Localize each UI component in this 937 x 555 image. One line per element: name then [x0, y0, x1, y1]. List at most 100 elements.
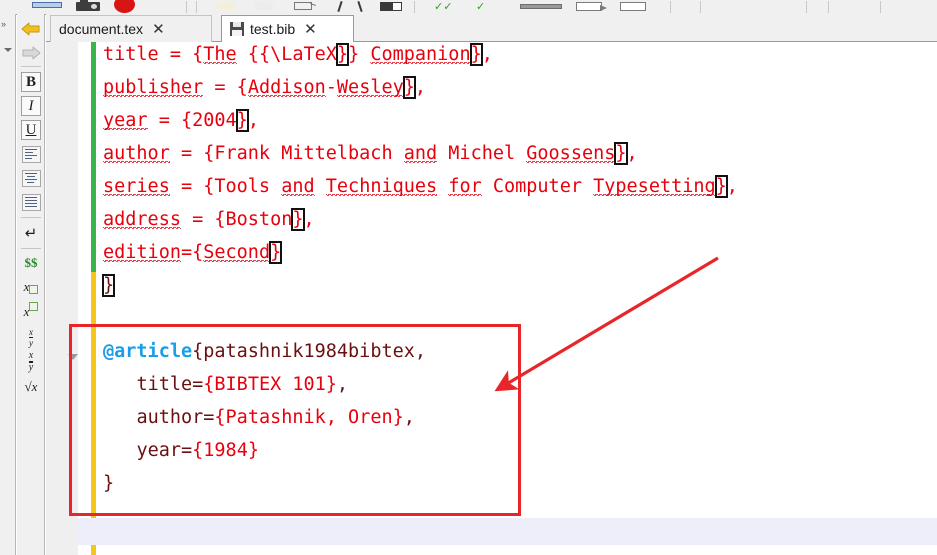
- rectangle-shape-icon[interactable]: [30, 0, 64, 13]
- display-fraction-button[interactable]: xy: [20, 351, 42, 373]
- line-title-seg-6: }: [469, 43, 483, 66]
- line-article-year-seg-0: year=: [136, 440, 193, 461]
- subscript-icon: x: [24, 279, 39, 295]
- line-address[interactable]: address = {Boston},: [103, 203, 315, 236]
- tag-icon[interactable]: [292, 0, 318, 13]
- close-icon[interactable]: ✕: [152, 21, 165, 37]
- code-editor[interactable]: title = {The {{\LaTeX}} Companion}, publi…: [46, 42, 937, 555]
- italic-button[interactable]: I: [20, 95, 42, 117]
- editor-gutter[interactable]: [46, 42, 79, 555]
- back-arrow-icon[interactable]: [20, 18, 42, 40]
- square-root-icon: √x: [24, 379, 38, 394]
- line-author-seg-4: Goossens: [526, 143, 616, 165]
- save-disk-icon: [230, 22, 244, 36]
- line-series-seg-4: Techniques: [325, 176, 438, 198]
- expand-panel-icon[interactable]: »: [1, 20, 6, 29]
- subscript-button[interactable]: x: [20, 276, 42, 298]
- tab-bar: document.tex ✕ test.bib ✕: [46, 14, 937, 43]
- line-year-seg-0: year: [103, 110, 148, 132]
- status-bar-saved: [91, 42, 96, 272]
- bibtex-editor-window: ✓✓ ✓ » B I U ↵ $$ x x x y x y √x documen…: [0, 0, 937, 555]
- math-mode-button[interactable]: $$: [20, 252, 42, 274]
- fill-icon[interactable]: [378, 0, 408, 13]
- code-fold-toggle[interactable]: [68, 354, 78, 360]
- line-article-author-seg-1: {Patashnik, Oren}: [214, 407, 404, 428]
- underline-button[interactable]: U: [20, 119, 42, 141]
- line-address-seg-1: = {Boston: [180, 209, 293, 230]
- window2-icon[interactable]: [618, 0, 654, 13]
- line-title-seg-2: {{\LaTeX: [236, 44, 337, 65]
- line-publisher-seg-0: publisher: [103, 77, 204, 99]
- line-series[interactable]: series = {Tools and Techniques for Compu…: [103, 170, 738, 203]
- line-publisher[interactable]: publisher = {Addison-Wesley},: [103, 71, 426, 104]
- spell-check-icon[interactable]: ✓✓: [430, 0, 464, 13]
- underline-glyph: U: [21, 120, 41, 140]
- line-address-seg-2: }: [291, 208, 305, 231]
- bold-glyph: B: [21, 72, 41, 92]
- bold-button[interactable]: B: [20, 71, 42, 93]
- line-edition-seg-1: ={: [180, 242, 204, 263]
- line-series-seg-2: and: [281, 176, 315, 198]
- line-publisher-seg-5: }: [402, 76, 416, 99]
- line-article-start[interactable]: @article{patashnik1984bibtex,: [103, 335, 426, 368]
- sqrt-button[interactable]: √x: [20, 376, 42, 398]
- line-author-seg-3: Michel: [437, 143, 527, 164]
- superscript-button[interactable]: x: [20, 301, 42, 323]
- window-icon[interactable]: [574, 0, 610, 13]
- change-status-bar: [91, 42, 96, 555]
- line-author-seg-6: ,: [626, 143, 638, 164]
- align-justify-button[interactable]: [20, 191, 42, 213]
- tab-document-tex[interactable]: document.tex ✕: [50, 15, 212, 42]
- line-author-seg-1: = {Frank Mittelbach: [169, 143, 404, 164]
- toolbar-divider: [21, 66, 41, 67]
- line-title[interactable]: title = {The {{\LaTeX}} Companion},: [103, 42, 493, 71]
- line-edition-seg-0: edition: [103, 242, 181, 264]
- sidebar-collapse-rail[interactable]: »: [0, 14, 16, 555]
- line-author[interactable]: author = {Frank Mittelbach and Michel Go…: [103, 137, 638, 170]
- line-series-seg-3: [315, 176, 326, 197]
- line-article-close[interactable]: }: [103, 467, 114, 500]
- inline-fraction-button[interactable]: xy: [20, 326, 42, 348]
- blur-circle2-icon[interactable]: [250, 0, 280, 13]
- line-title-seg-4: }: [348, 44, 371, 65]
- camera-icon[interactable]: [74, 0, 102, 13]
- line-article-start-seg-1: {patashnik1984bibtex,: [192, 341, 427, 362]
- line-series-seg-6: for: [448, 176, 482, 198]
- line-series-seg-8: Typesetting: [593, 176, 716, 198]
- align-center-button[interactable]: [20, 167, 42, 189]
- italic-glyph: I: [21, 96, 41, 116]
- pen-icon[interactable]: [332, 0, 352, 13]
- blur-circle-icon[interactable]: [212, 0, 242, 13]
- line-article-title[interactable]: title={BIBTEX 101},: [103, 368, 348, 401]
- line-edition[interactable]: edition={Second}: [103, 236, 283, 269]
- newline-button[interactable]: ↵: [20, 222, 42, 244]
- line-publisher-seg-1: = {: [203, 77, 248, 98]
- superscript-icon: x: [24, 302, 39, 320]
- close-icon[interactable]: ✕: [304, 21, 317, 37]
- line-article-author-seg-0: author=: [136, 407, 215, 428]
- line-year[interactable]: year = {2004},: [103, 104, 259, 137]
- line-author-seg-5: }: [614, 142, 628, 165]
- line-year-seg-2: }: [235, 109, 249, 132]
- toolbar-divider-2: [21, 217, 41, 218]
- align-left-button[interactable]: [20, 143, 42, 165]
- pen2-icon[interactable]: [352, 0, 372, 13]
- line-article-title-seg-1: {BIBTEX 101}: [203, 374, 337, 395]
- align-justify-icon: [21, 193, 41, 211]
- line-close-brace-1[interactable]: }: [101, 269, 116, 302]
- line-article-year[interactable]: year={1984}: [103, 434, 259, 467]
- toolbar-divider-3: [21, 248, 41, 249]
- ruler-icon[interactable]: [516, 0, 566, 13]
- forward-arrow-icon[interactable]: [20, 42, 42, 64]
- double-dollar-icon: $$: [24, 255, 38, 270]
- line-article-close-seg-0: }: [103, 473, 115, 494]
- line-article-author[interactable]: author={Patashnik, Oren},: [103, 401, 414, 434]
- record-red-circle-icon[interactable]: [112, 0, 138, 13]
- line-title-seg-0: title = {: [103, 44, 204, 65]
- tab-test-bib[interactable]: test.bib ✕: [221, 15, 354, 43]
- line-publisher-seg-2: Addison: [247, 77, 326, 99]
- line-title-seg-1: The: [203, 44, 237, 66]
- code-text[interactable]: title = {The {{\LaTeX}} Companion}, publi…: [98, 42, 937, 555]
- spell-check2-icon[interactable]: ✓: [470, 0, 504, 13]
- chevron-down-icon[interactable]: [4, 48, 12, 52]
